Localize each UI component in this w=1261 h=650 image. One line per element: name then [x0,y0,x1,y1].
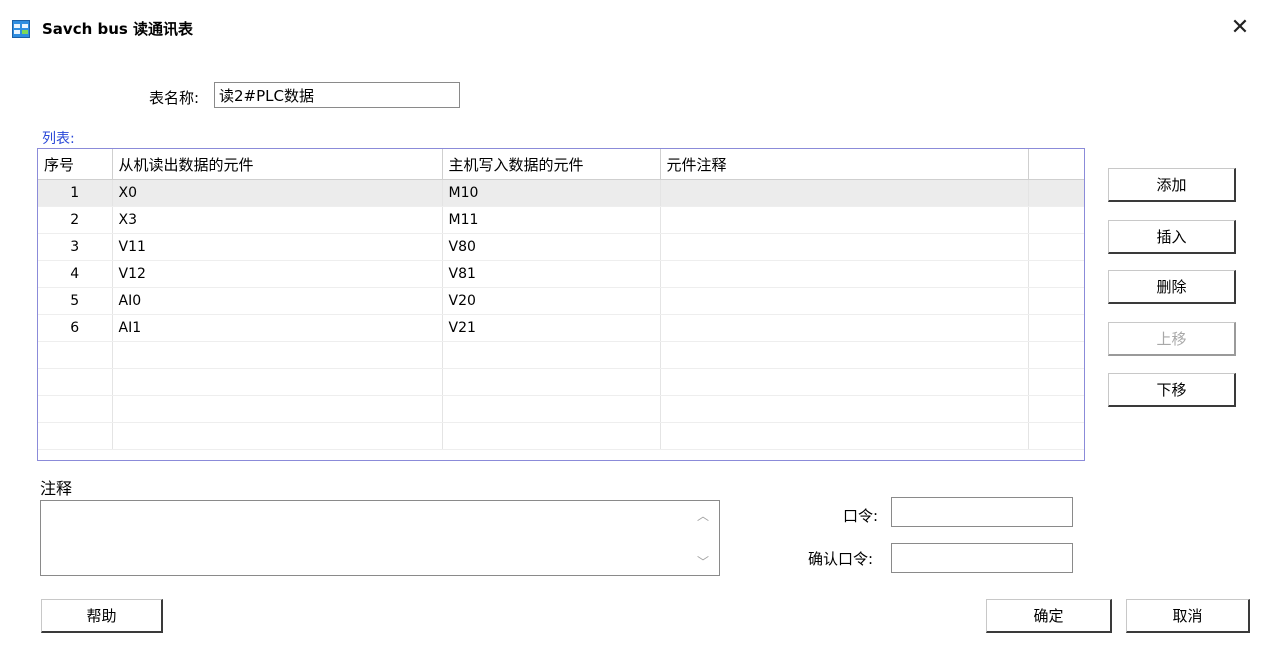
row-index-cell[interactable] [38,422,113,450]
password-input[interactable] [891,497,1073,527]
row-master-write-cell[interactable] [442,395,661,423]
row-slave-read-cell[interactable]: AI1 [112,314,443,342]
window-title: Savch bus 读通讯表 [42,20,194,38]
column-header-index[interactable]: 序号 [38,149,113,180]
column-header-slave-read[interactable]: 从机读出数据的元件 [112,149,443,180]
table-row[interactable]: 4 V12 V81 [38,260,1084,288]
add-button[interactable]: 添加 [1108,168,1236,202]
row-index-cell[interactable]: 5 [38,287,113,315]
row-master-write-cell[interactable] [442,368,661,396]
row-comment-cell[interactable] [660,314,1029,342]
table-row[interactable]: 6 AI1 V21 [38,314,1084,342]
table-row[interactable]: 3 V11 V80 [38,233,1084,261]
row-comment-cell[interactable] [660,260,1029,288]
row-index-cell[interactable]: 1 [38,179,113,207]
row-comment-cell[interactable] [660,341,1029,369]
row-index-cell[interactable]: 6 [38,314,113,342]
row-index-cell[interactable] [38,368,113,396]
row-slave-read-cell[interactable]: V11 [112,233,443,261]
row-comment-cell[interactable] [660,287,1029,315]
ok-button[interactable]: 确定 [986,599,1112,633]
row-slave-read-cell[interactable]: AI0 [112,287,443,315]
insert-button[interactable]: 插入 [1108,220,1236,254]
row-master-write-cell[interactable] [442,341,661,369]
empty-table-row[interactable] [38,341,1084,369]
row-blank-cell[interactable] [1028,260,1084,288]
close-icon[interactable]: ✕ [1226,14,1254,42]
chevron-up-icon[interactable]: ︿ [697,507,709,524]
row-master-write-cell[interactable]: M10 [442,179,661,207]
row-comment-cell[interactable] [660,368,1029,396]
row-blank-cell[interactable] [1028,233,1084,261]
row-master-write-cell[interactable]: V81 [442,260,661,288]
notes-textarea[interactable]: ︿ ﹀ [40,500,720,576]
list-caption: 列表: [42,131,75,147]
row-slave-read-cell[interactable]: X0 [112,179,443,207]
row-slave-read-cell[interactable] [112,341,443,369]
help-button[interactable]: 帮助 [41,599,163,633]
row-blank-cell[interactable] [1028,314,1084,342]
row-index-cell[interactable] [38,341,113,369]
move-up-button[interactable]: 上移 [1108,322,1236,356]
row-blank-cell[interactable] [1028,422,1084,450]
row-slave-read-cell[interactable] [112,422,443,450]
delete-button[interactable]: 删除 [1108,270,1236,304]
row-slave-read-cell[interactable]: X3 [112,206,443,234]
notes-label: 注释 [40,479,73,498]
row-slave-read-cell[interactable] [112,368,443,396]
row-slave-read-cell[interactable]: V12 [112,260,443,288]
row-blank-cell[interactable] [1028,341,1084,369]
confirm-password-label: 确认口令: [808,550,874,568]
row-blank-cell[interactable] [1028,287,1084,315]
move-down-button[interactable]: 下移 [1108,373,1236,407]
column-header-master-write[interactable]: 主机写入数据的元件 [442,149,661,180]
row-slave-read-cell[interactable] [112,395,443,423]
row-index-cell[interactable]: 2 [38,206,113,234]
row-blank-cell[interactable] [1028,179,1084,207]
table-name-input[interactable] [214,82,460,108]
row-index-cell[interactable]: 3 [38,233,113,261]
row-blank-cell[interactable] [1028,206,1084,234]
table-row[interactable]: 2 X3 M11 [38,206,1084,234]
table-row[interactable]: 1 X0 M10 [38,179,1084,207]
table-name-label: 表名称: [149,89,200,107]
row-comment-cell[interactable] [660,233,1029,261]
password-label: 口令: [843,507,879,525]
chevron-down-icon[interactable]: ﹀ [697,553,709,570]
table-header-row: 序号 从机读出数据的元件 主机写入数据的元件 元件注释 [38,149,1084,180]
row-master-write-cell[interactable]: V21 [442,314,661,342]
row-comment-cell[interactable] [660,179,1029,207]
confirm-password-input[interactable] [891,543,1073,573]
cancel-button[interactable]: 取消 [1126,599,1250,633]
table-grid-icon [12,20,30,38]
table-row[interactable]: 5 AI0 V20 [38,287,1084,315]
row-index-cell[interactable]: 4 [38,260,113,288]
row-master-write-cell[interactable]: V20 [442,287,661,315]
row-comment-cell[interactable] [660,422,1029,450]
row-comment-cell[interactable] [660,395,1029,423]
row-master-write-cell[interactable]: M11 [442,206,661,234]
row-master-write-cell[interactable] [442,422,661,450]
list-table[interactable]: 序号 从机读出数据的元件 主机写入数据的元件 元件注释 1 X0 M10 2 X3 M11… [37,148,1085,461]
empty-table-row[interactable] [38,368,1084,396]
row-blank-cell[interactable] [1028,395,1084,423]
device-table[interactable]: 序号 从机读出数据的元件 主机写入数据的元件 元件注释 1 X0 M10 2 X3 M11… [38,149,1084,450]
row-blank-cell[interactable] [1028,368,1084,396]
row-master-write-cell[interactable]: V80 [442,233,661,261]
empty-table-row[interactable] [38,422,1084,450]
column-header-comment[interactable]: 元件注释 [660,149,1029,180]
row-comment-cell[interactable] [660,206,1029,234]
empty-table-row[interactable] [38,395,1084,423]
column-header-blank [1028,149,1084,180]
title-bar: Savch bus 读通讯表 ✕ [0,0,1261,40]
row-index-cell[interactable] [38,395,113,423]
